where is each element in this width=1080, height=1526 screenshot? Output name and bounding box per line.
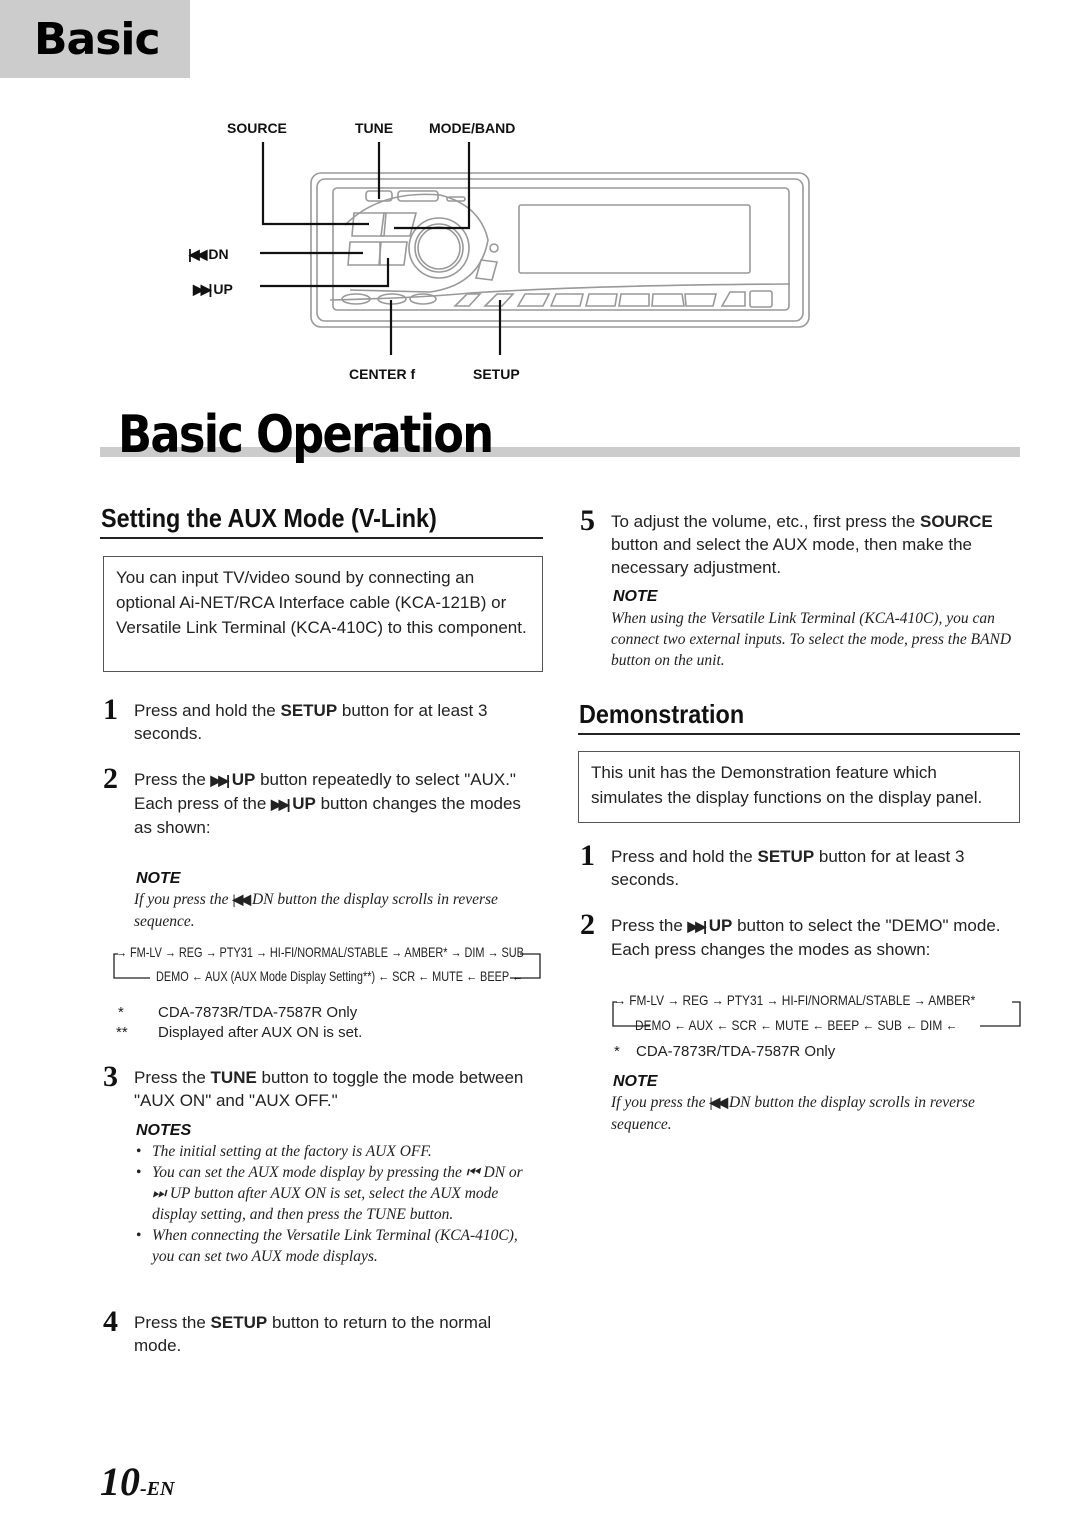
note-item: You can set the AUX mode display by pres… xyxy=(136,1162,526,1225)
intro-box-demo: This unit has the Demonstration feature … xyxy=(578,751,1020,823)
head-unit-diagram xyxy=(260,142,810,355)
step-number: 1 xyxy=(103,693,118,726)
step-5-text: To adjust the volume, etc., first press … xyxy=(611,512,993,577)
step-4-text: Press the SETUP button to return to the … xyxy=(134,1313,492,1355)
note-heading: NOTE xyxy=(136,870,181,887)
section-heading-aux: Setting the AUX Mode (V-Link) xyxy=(101,503,437,533)
footnote: ** Displayed after AUX ON is set. xyxy=(116,1024,363,1041)
mode-sequence-forward: → FM-LV → REG → PTY31 → HI-FI/NORMAL/STA… xyxy=(614,992,976,1008)
step-number: 1 xyxy=(580,839,595,872)
skip-forward-icon: ▶▶| xyxy=(687,918,708,934)
step-1-text: Press and hold the SETUP button for at l… xyxy=(611,847,965,889)
step-1-text: Press and hold the SETUP button for at l… xyxy=(134,701,488,743)
step-2-text: Press the ▶▶| UP button repeatedly to se… xyxy=(134,770,521,837)
note-item: When connecting the Versatile Link Termi… xyxy=(136,1225,526,1267)
notes-heading: NOTES xyxy=(136,1122,192,1139)
step-number: 4 xyxy=(103,1305,118,1338)
skip-forward-icon: ▶▶| xyxy=(271,796,291,812)
note-heading: NOTE xyxy=(613,588,658,605)
skip-back-icon: |◀◀ xyxy=(232,893,251,908)
heading-rule xyxy=(100,537,543,539)
footnote: * CDA-7873R/TDA-7587R Only xyxy=(118,1004,358,1021)
preset-buttons xyxy=(453,290,773,308)
page-number: 10-EN xyxy=(100,1459,175,1504)
note-text: When using the Versatile Link Terminal (… xyxy=(611,610,1012,669)
mode-sequence-return: DEMO ← AUX (AUX Mode Display Setting**) … xyxy=(156,968,523,984)
step-number: 3 xyxy=(103,1060,118,1093)
page-title: Basic Operation xyxy=(118,405,494,465)
note-heading: NOTE xyxy=(613,1073,658,1090)
note-item: The initial setting at the factory is AU… xyxy=(136,1141,526,1162)
note-text: If you press the |◀◀ DN button the displ… xyxy=(134,891,498,930)
step-number: 2 xyxy=(580,908,595,941)
step-number: 5 xyxy=(580,504,595,537)
head-unit-faceplate xyxy=(310,172,810,328)
intro-box-aux: You can input TV/video sound by connecti… xyxy=(103,556,543,672)
skip-back-icon: |◀◀ xyxy=(709,1096,728,1111)
footnote: * CDA-7873R/TDA-7587R Only xyxy=(614,1043,836,1060)
mode-sequence-forward: → FM-LV → REG → PTY31 → HI-FI/NORMAL/STA… xyxy=(116,944,524,960)
heading-rule xyxy=(578,733,1020,735)
notes-list: The initial setting at the factory is AU… xyxy=(136,1141,526,1267)
skip-forward-icon: ▶▶| xyxy=(210,772,231,788)
mode-sequence-return: DEMO ← AUX ← SCR ← MUTE ← BEEP ← SUB ← D… xyxy=(635,1017,958,1033)
section-heading-demo: Demonstration xyxy=(579,699,745,729)
step-3-text: Press the TUNE button to toggle the mode… xyxy=(134,1068,524,1110)
step-number: 2 xyxy=(103,762,118,795)
note-text: If you press the |◀◀ DN button the displ… xyxy=(611,1094,975,1133)
display-window xyxy=(518,204,751,274)
step-2-text: Press the ▶▶| UP button to select the "D… xyxy=(611,916,1001,959)
